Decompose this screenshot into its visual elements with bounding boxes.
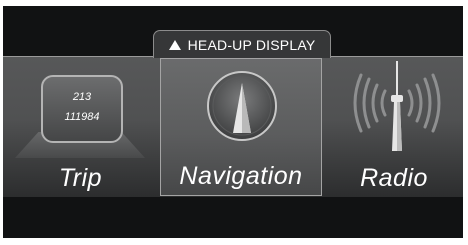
display-screen: HEAD-UP DISPLAY 213 111984 Trip Navigati… xyxy=(3,6,463,238)
menu-item-trip-label: Trip xyxy=(58,164,103,192)
menu-item-trip[interactable]: 213 111984 Trip xyxy=(3,57,158,197)
menu-item-navigation[interactable]: Navigation xyxy=(160,58,322,196)
radio-tower-icon xyxy=(353,61,441,151)
menu-band: 213 111984 Trip Navigation Radio xyxy=(3,56,463,197)
compass-icon xyxy=(207,71,277,141)
odometer-total-value: 111984 xyxy=(64,111,100,123)
arrow-up-icon xyxy=(168,39,181,50)
menu-item-radio-label: Radio xyxy=(360,164,428,192)
head-up-display-tab[interactable]: HEAD-UP DISPLAY xyxy=(153,30,331,58)
odometer-trip-value: 213 xyxy=(72,91,92,103)
menu-item-navigation-label: Navigation xyxy=(179,162,303,190)
odometer-icon: 213 111984 xyxy=(41,75,123,143)
menu-item-radio[interactable]: Radio xyxy=(325,57,463,197)
head-up-display-label: HEAD-UP DISPLAY xyxy=(187,36,316,53)
